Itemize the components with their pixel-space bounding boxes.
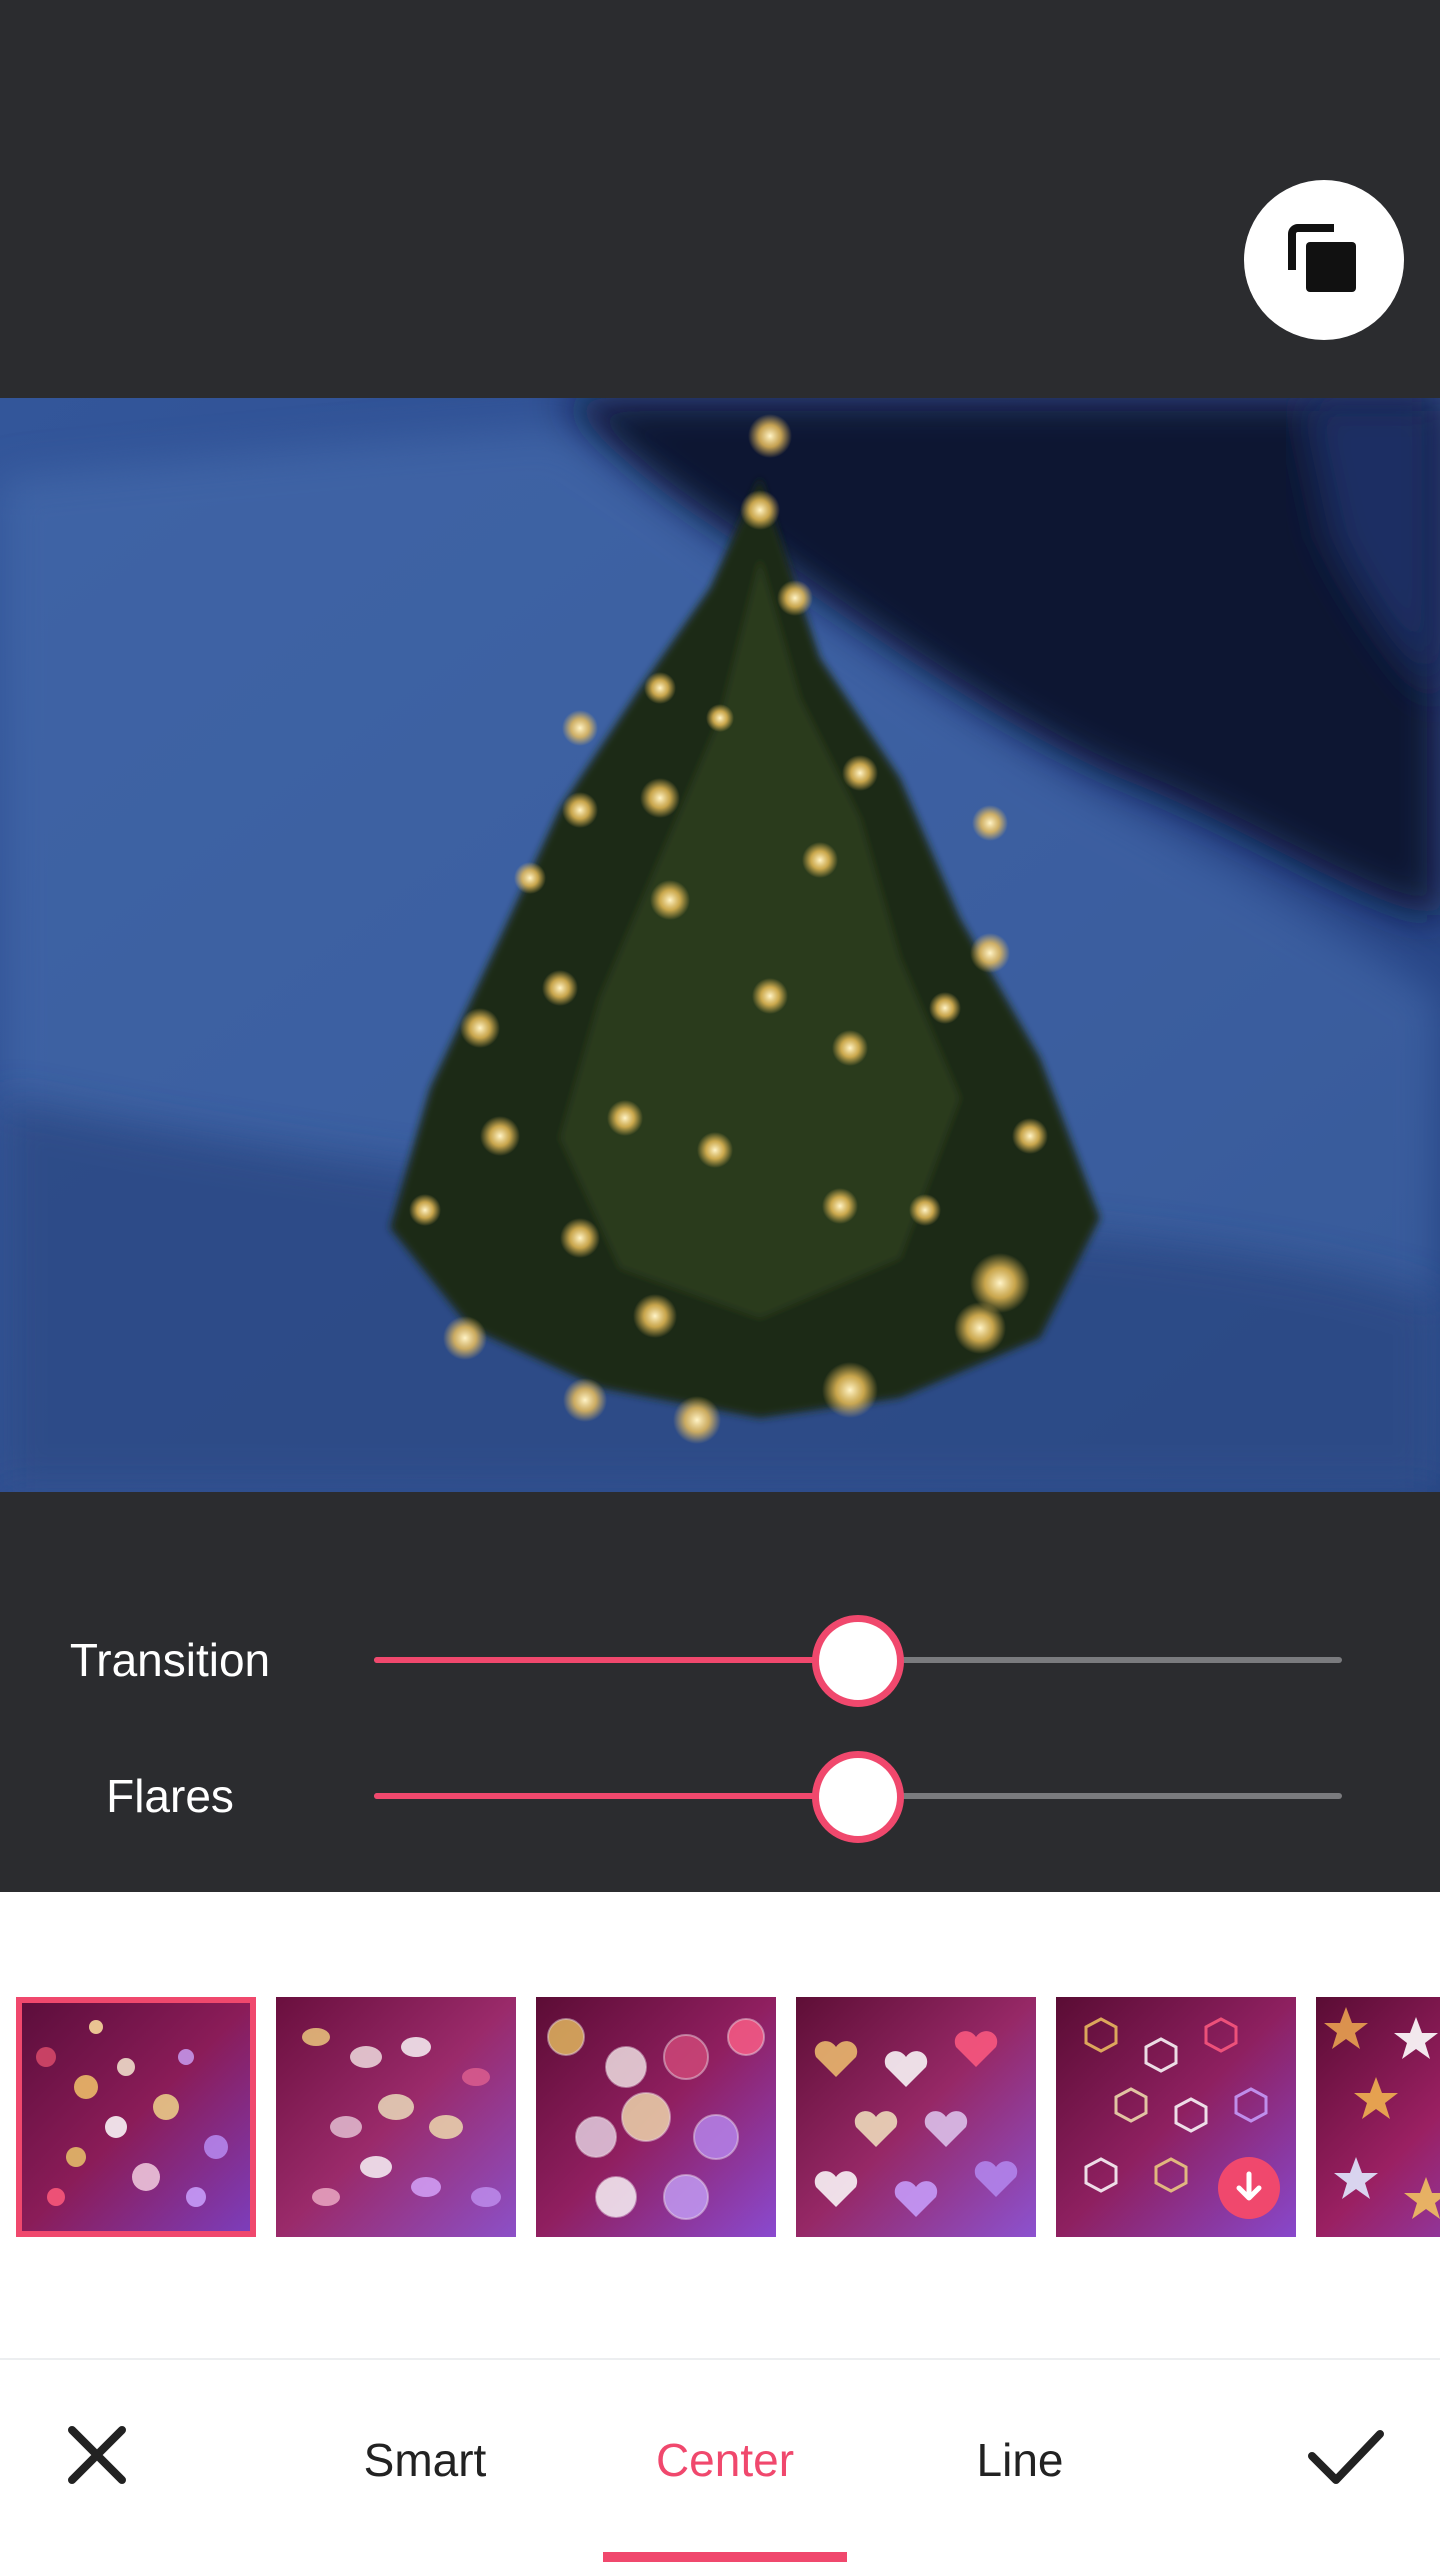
thumbnail-bokeh-hearts[interactable] bbox=[796, 1997, 1036, 2237]
bokeh-stars-preview bbox=[1316, 1997, 1440, 2237]
close-icon bbox=[68, 2426, 126, 2484]
tab-line[interactable]: Line bbox=[930, 2360, 1110, 2562]
transition-slider-handle[interactable] bbox=[812, 1615, 904, 1707]
download-arrow-icon bbox=[1236, 2171, 1262, 2201]
thumbnail-bokeh-stars[interactable] bbox=[1316, 1997, 1440, 2237]
thumbnail-bokeh-swirl[interactable] bbox=[276, 1997, 516, 2237]
effect-thumbnail-strip bbox=[0, 1892, 1440, 2358]
adjust-panel: Transition Flares bbox=[0, 1492, 1440, 1892]
compare-button[interactable] bbox=[1244, 180, 1404, 340]
bokeh-circles-preview bbox=[536, 1997, 776, 2237]
download-badge[interactable] bbox=[1218, 2157, 1280, 2219]
christmas-tree-photo bbox=[0, 398, 1440, 1492]
transition-slider-row: Transition bbox=[0, 1600, 1440, 1720]
bokeh-dots-preview bbox=[16, 1997, 256, 2237]
bottom-toolbar: Smart Center Line bbox=[0, 2358, 1440, 2562]
bokeh-hearts-preview bbox=[796, 1997, 1036, 2237]
thumbnail-bokeh-circles[interactable] bbox=[536, 1997, 776, 2237]
bokeh-swirl-preview bbox=[276, 1997, 516, 2237]
compare-icon bbox=[1288, 224, 1356, 292]
thumbnail-bokeh-hexagons[interactable] bbox=[1056, 1997, 1296, 2237]
tab-center[interactable]: Center bbox=[603, 2360, 847, 2562]
transition-slider-fill bbox=[374, 1657, 858, 1663]
transition-label: Transition bbox=[69, 1634, 271, 1686]
flares-slider-row: Flares bbox=[0, 1736, 1440, 1856]
active-tab-indicator bbox=[603, 2552, 847, 2562]
top-bar bbox=[0, 0, 1440, 398]
thumbnail-bokeh-dots[interactable] bbox=[16, 1997, 256, 2237]
flares-slider-handle[interactable] bbox=[812, 1751, 904, 1843]
tab-smart[interactable]: Smart bbox=[330, 2360, 520, 2562]
confirm-button[interactable] bbox=[1290, 2400, 1400, 2510]
flares-label: Flares bbox=[106, 1770, 234, 1822]
flares-slider-fill bbox=[374, 1793, 858, 1799]
check-icon bbox=[1308, 2430, 1384, 2484]
cancel-button[interactable] bbox=[42, 2400, 152, 2510]
photo-preview bbox=[0, 398, 1440, 1492]
